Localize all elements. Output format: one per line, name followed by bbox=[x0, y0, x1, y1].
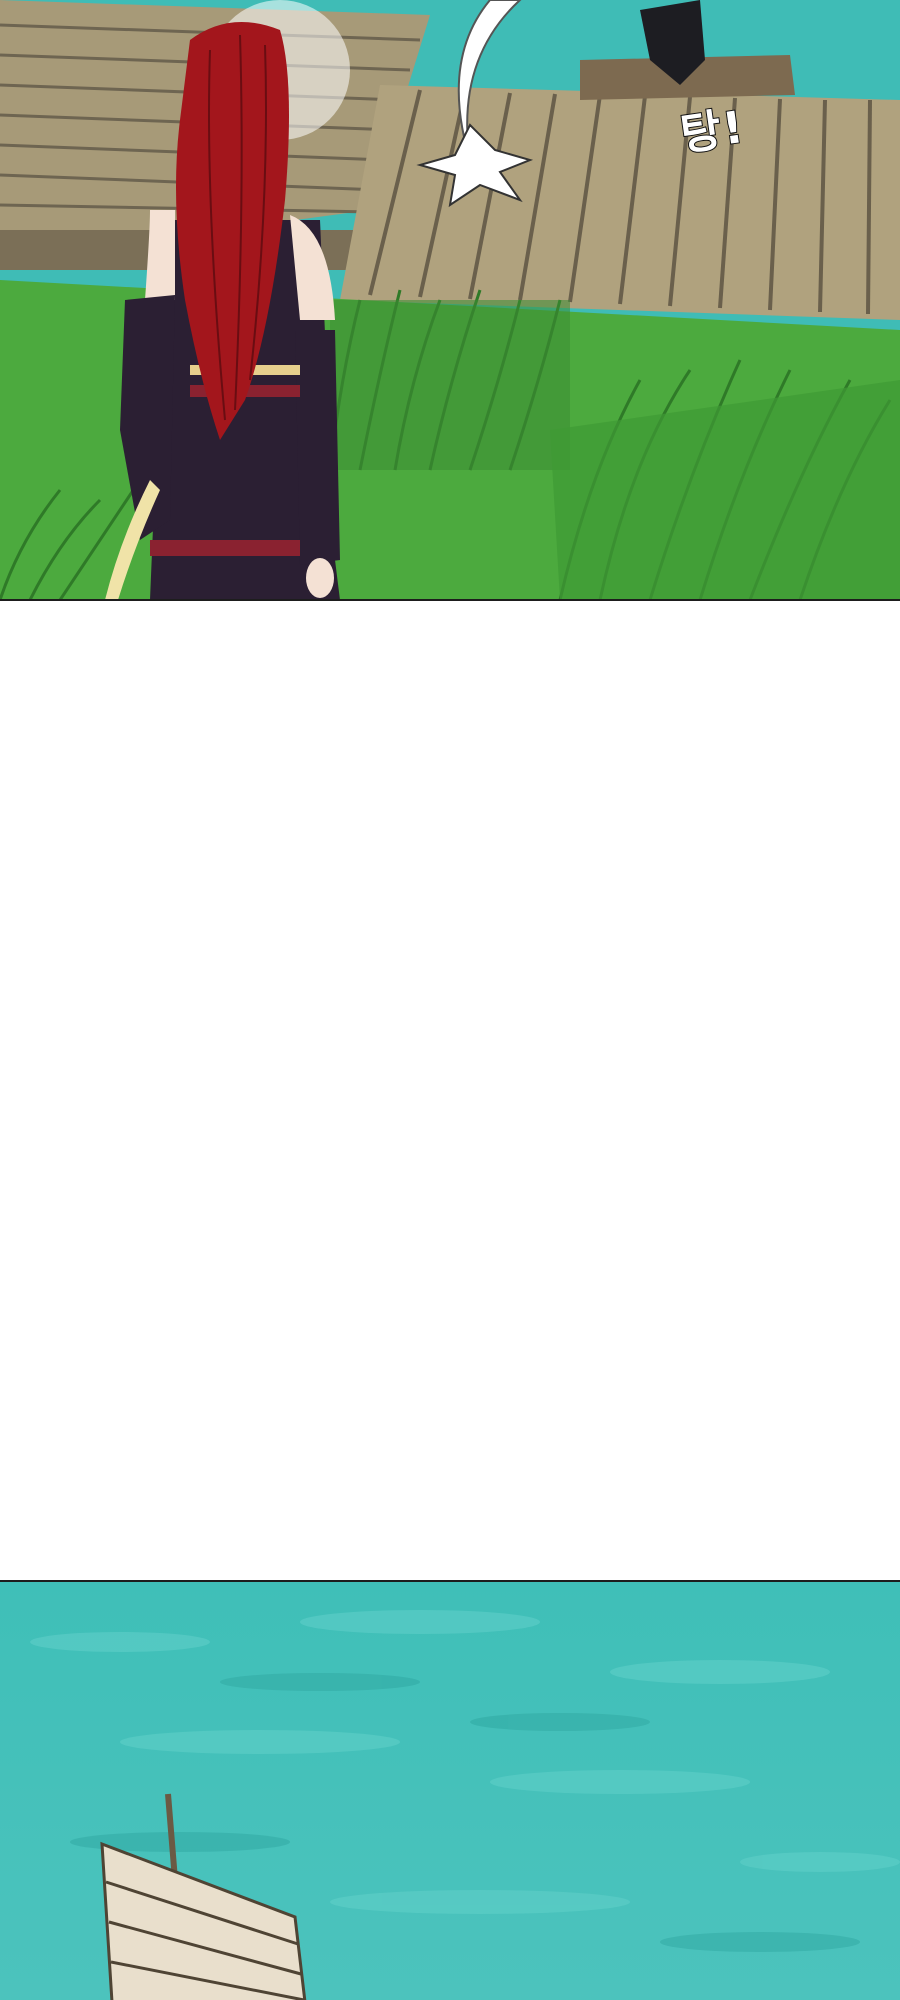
figure-hand bbox=[306, 558, 334, 598]
sound-effect-text: 탕! bbox=[676, 101, 749, 162]
water-scene-illustration bbox=[0, 1582, 900, 2000]
comic-panel-dock: 탕! bbox=[0, 0, 900, 601]
figure-hem-stripe bbox=[150, 540, 300, 556]
comic-panel-water bbox=[0, 1580, 900, 2000]
dock-scene-illustration bbox=[0, 0, 900, 599]
comic-gutter-blank bbox=[0, 601, 900, 1580]
grass-bush bbox=[330, 300, 570, 470]
figure-right-sleeve bbox=[295, 330, 340, 565]
